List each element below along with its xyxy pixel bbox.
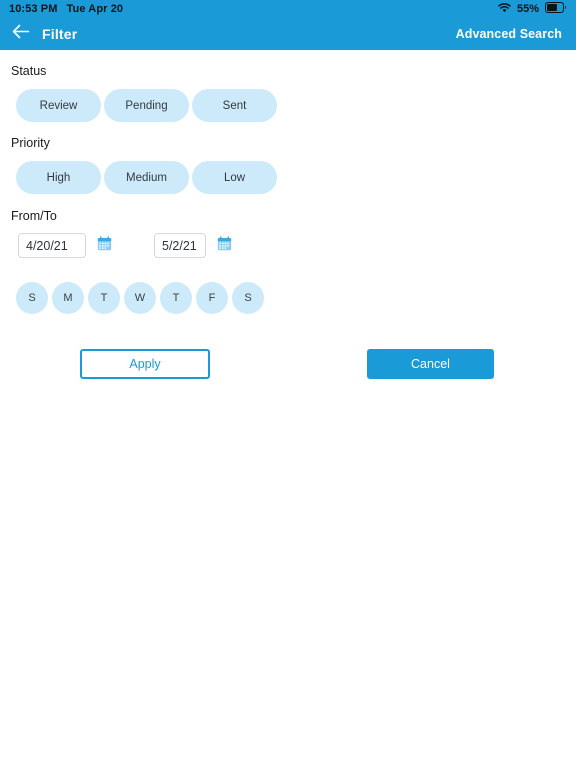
day-circle-monday[interactable]: M — [52, 282, 84, 314]
status-chip-review[interactable]: Review — [16, 89, 101, 122]
day-circle-saturday[interactable]: S — [232, 282, 264, 314]
status-chip-sent[interactable]: Sent — [192, 89, 277, 122]
status-chip-row: Review Pending Sent — [0, 89, 576, 122]
day-circle-tuesday[interactable]: T — [88, 282, 120, 314]
fromto-section-label: From/To — [11, 209, 57, 223]
priority-chip-high[interactable]: High — [16, 161, 101, 194]
day-circle-wednesday[interactable]: W — [124, 282, 156, 314]
apply-button[interactable]: Apply — [80, 349, 210, 379]
day-of-week-row: S M T W T F S — [0, 282, 576, 314]
day-circle-sunday[interactable]: S — [16, 282, 48, 314]
date-range-row: 4/20/21 5/2/21 — [0, 233, 576, 258]
calendar-from-button[interactable] — [96, 235, 112, 256]
status-bar-left: 10:53 PM Tue Apr 20 — [9, 2, 124, 15]
date-from-input[interactable]: 4/20/21 — [18, 233, 86, 258]
filter-content: Status Review Pending Sent Priority High… — [0, 50, 576, 379]
back-arrow-icon — [12, 24, 30, 44]
advanced-search-button[interactable]: Advanced Search — [456, 27, 562, 41]
calendar-to-button[interactable] — [216, 235, 232, 256]
day-circle-friday[interactable]: F — [196, 282, 228, 314]
status-chip-pending[interactable]: Pending — [104, 89, 189, 122]
date-to-input[interactable]: 5/2/21 — [154, 233, 206, 258]
priority-chip-low[interactable]: Low — [192, 161, 277, 194]
priority-section-label: Priority — [11, 136, 50, 150]
battery-percent-label: 55% — [516, 2, 539, 15]
cancel-button[interactable]: Cancel — [367, 349, 494, 379]
priority-chip-medium[interactable]: Medium — [104, 161, 189, 194]
status-bar: 10:53 PM Tue Apr 20 55% — [0, 0, 576, 18]
battery-icon — [545, 0, 567, 18]
day-circle-thursday[interactable]: T — [160, 282, 192, 314]
status-bar-date: Tue Apr 20 — [66, 2, 124, 15]
back-button[interactable] — [10, 23, 32, 45]
status-section-label: Status — [11, 64, 47, 78]
page-title: Filter — [42, 26, 78, 42]
priority-chip-row: High Medium Low — [0, 161, 576, 194]
status-bar-right: 55% — [498, 0, 567, 18]
app-header: Filter Advanced Search — [0, 18, 576, 50]
calendar-icon — [97, 235, 112, 256]
status-bar-time: 10:53 PM — [9, 2, 58, 15]
wifi-icon — [498, 0, 511, 18]
calendar-icon — [217, 235, 232, 256]
action-button-row: Apply Cancel — [0, 349, 576, 379]
